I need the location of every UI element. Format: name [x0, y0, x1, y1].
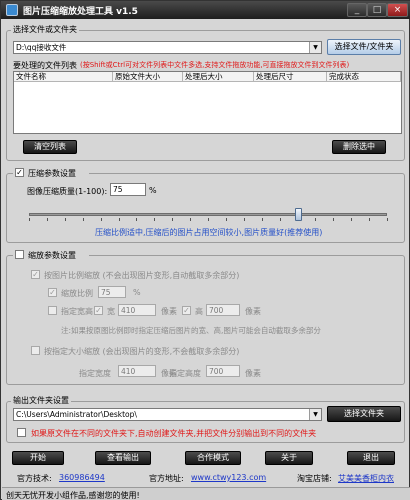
fixed-height-label: 指定高度: [169, 369, 201, 378]
quality-label: 图像压缩质量(1-100):: [27, 187, 108, 196]
scale-by-size-checkbox[interactable]: [31, 346, 40, 355]
shop-label: 淘宝店铺:: [297, 474, 332, 483]
output-path-value: C:\Users\Administrator\Desktop\: [16, 410, 137, 419]
output-path-select[interactable]: C:\Users\Administrator\Desktop\ ▼: [13, 408, 322, 421]
file-list-table[interactable]: 文件名称 原始文件大小 处理后大小 处理后尺寸 完成状态: [13, 71, 402, 134]
column-header[interactable]: 完成状态: [327, 72, 401, 82]
source-group-title: 选择文件或文件夹: [11, 24, 79, 35]
exit-button[interactable]: 退出: [347, 451, 395, 465]
slider-tick: [172, 218, 173, 221]
clear-list-button[interactable]: 清空列表: [23, 140, 77, 154]
specify-size-label: 指定宽高: [61, 307, 93, 316]
site-label: 官方地址:: [149, 474, 184, 483]
view-output-button[interactable]: 查看输出: [95, 451, 151, 465]
window-title: 图片压缩缩放处理工具 v1.5: [23, 7, 138, 17]
minimize-button[interactable]: _: [347, 3, 367, 17]
scaling-checkbox-label: 缩放参数设置: [28, 251, 76, 260]
title-bar[interactable]: 图片压缩缩放处理工具 v1.5 _ □ ×: [1, 1, 410, 19]
slider-tick: [119, 218, 120, 221]
slider-tick: [190, 218, 191, 221]
shop-link[interactable]: 艾美美香柜内衣: [338, 473, 394, 484]
start-button[interactable]: 开始: [12, 451, 64, 465]
qq-link[interactable]: 360986494: [59, 473, 105, 482]
file-list-label: 要处理的文件列表: [13, 61, 77, 70]
maximize-button[interactable]: □: [367, 3, 387, 17]
slider-tick: [262, 218, 263, 221]
quality-slider-track[interactable]: [29, 213, 387, 216]
file-list-hint: (按Shift或Ctrl可对文件列表中文件多选,支持文件拖放功能,可直接拖放文件…: [80, 61, 350, 69]
status-text: 创天无忧开发小组作品,感谢您的使用!: [6, 491, 140, 500]
slider-tick: [208, 218, 209, 221]
qq-label: 官方技术:: [17, 474, 52, 483]
quality-unit: %: [149, 186, 157, 195]
source-path-value: D:\qq接收文件: [16, 43, 67, 52]
ratio-checkbox[interactable]: ✓: [48, 288, 57, 297]
scale-by-ratio-checkbox[interactable]: ✓: [31, 270, 40, 279]
width-input[interactable]: 410: [118, 304, 156, 316]
height-input[interactable]: 700: [206, 304, 240, 316]
height-unit: 像素: [245, 307, 261, 316]
slider-tick: [387, 218, 388, 221]
about-button[interactable]: 关于: [265, 451, 313, 465]
app-window: 图片压缩缩放处理工具 v1.5 _ □ × 选择文件或文件夹 D:\qq接收文件…: [0, 0, 410, 500]
slider-tick: [47, 218, 48, 221]
slider-tick: [83, 218, 84, 221]
compression-checkbox[interactable]: ✓: [15, 168, 24, 177]
width-label: 宽: [107, 307, 115, 316]
status-bar: 创天无忧开发小组作品,感谢您的使用!: [2, 487, 410, 500]
column-header[interactable]: 文件名称: [14, 72, 113, 82]
scale-by-ratio-label: 按图片比例缩放 (不会出现图片变形,自动截取多余部分): [44, 271, 240, 280]
compression-hint: 压缩比例适中,压缩后的图片占用空间较小,图片质量好(推荐使用): [95, 228, 323, 237]
slider-tick: [369, 218, 370, 221]
slider-tick: [101, 218, 102, 221]
column-header[interactable]: 处理后尺寸: [254, 72, 327, 82]
scaling-checkbox[interactable]: [15, 250, 24, 259]
chevron-down-icon[interactable]: ▼: [309, 409, 321, 420]
ratio-label: 缩放比例: [61, 289, 93, 298]
delete-selected-button[interactable]: 删除选中: [332, 140, 386, 154]
slider-tick: [333, 218, 334, 221]
close-button[interactable]: ×: [387, 3, 408, 17]
output-group-title: 输出文件夹设置: [11, 395, 71, 406]
select-output-button[interactable]: 选择文件夹: [327, 406, 401, 422]
height-checkbox[interactable]: ✓: [182, 306, 191, 315]
height-label: 高: [195, 307, 203, 316]
fixed-width-input[interactable]: 410: [118, 365, 156, 377]
cooperation-mode-button[interactable]: 合作模式: [185, 451, 241, 465]
column-header[interactable]: 处理后大小: [183, 72, 254, 82]
scale-by-size-label: 按指定大小缩放 (会出现图片的变形,不会截取多余部分): [44, 347, 240, 356]
quality-slider-thumb[interactable]: [295, 208, 302, 221]
fixed-height-input[interactable]: 700: [206, 365, 240, 377]
fixed-height-unit: 像素: [245, 369, 261, 378]
slider-tick: [136, 218, 137, 221]
slider-tick: [280, 218, 281, 221]
auto-create-folder-checkbox[interactable]: [17, 428, 26, 437]
compression-checkbox-label: 压缩参数设置: [28, 169, 76, 178]
column-header[interactable]: 原始文件大小: [113, 72, 183, 82]
auto-create-folder-label: 如果原文件在不同的文件夹下,自动创建文件夹,并把文件分别输出到不同的文件夹: [31, 429, 317, 438]
slider-tick: [226, 218, 227, 221]
quality-input[interactable]: 75: [110, 183, 146, 196]
ratio-unit: %: [133, 288, 141, 297]
chevron-down-icon[interactable]: ▼: [309, 42, 321, 53]
site-link[interactable]: www.ctwy123.com: [191, 473, 266, 482]
slider-tick: [154, 218, 155, 221]
slider-tick: [315, 218, 316, 221]
ratio-input[interactable]: 75: [98, 286, 126, 298]
slider-tick: [351, 218, 352, 221]
fixed-width-label: 指定宽度: [79, 369, 111, 378]
specify-size-checkbox[interactable]: [48, 306, 57, 315]
select-source-button[interactable]: 选择文件/文件夹: [327, 39, 401, 55]
width-checkbox[interactable]: ✓: [94, 306, 103, 315]
scaling-note: 注:如果按原图比例即时指定压缩后图片的宽、高,图片可能会自动截取多余部分: [61, 326, 321, 335]
app-icon: [6, 4, 18, 16]
source-path-select[interactable]: D:\qq接收文件 ▼: [13, 41, 322, 54]
slider-tick: [29, 218, 30, 221]
width-unit: 像素: [161, 307, 177, 316]
slider-tick: [65, 218, 66, 221]
slider-tick: [244, 218, 245, 221]
